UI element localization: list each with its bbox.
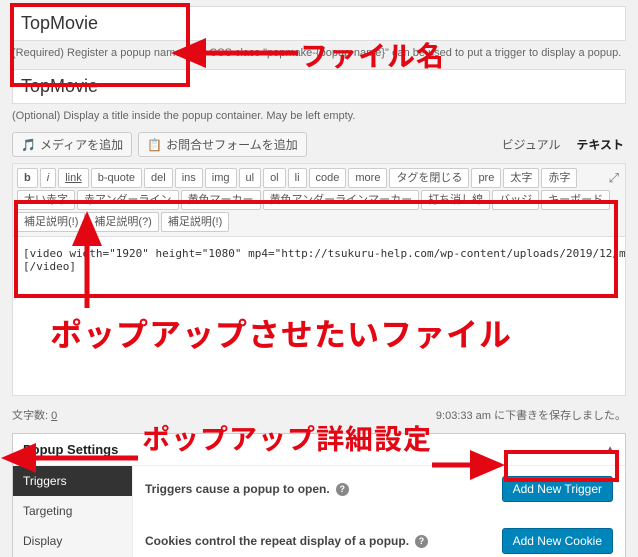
qtag-yellowunderlinemarker[interactable]: 黄色アンダーラインマーカー <box>263 190 420 210</box>
tab-text[interactable]: テキスト <box>574 132 626 157</box>
qtag-img[interactable]: img <box>205 168 237 188</box>
popup-settings-tabs: Triggers Targeting Display <box>13 466 133 557</box>
qtag-li[interactable]: li <box>288 168 307 188</box>
expand-editor-icon[interactable]: ⤢ <box>609 170 619 186</box>
content-wrap: (Required) Register a popup name. The CS… <box>12 0 626 557</box>
triggers-desc: Triggers cause a popup to open. ? <box>145 482 349 496</box>
qtag-info[interactable]: 補足説明(!) <box>17 212 85 232</box>
qtag-keyboard[interactable]: キーボード <box>541 190 610 210</box>
qtag-red[interactable]: 赤字 <box>541 168 577 188</box>
tab-display[interactable]: Display <box>13 526 132 556</box>
qtag-bquote[interactable]: b-quote <box>91 168 142 188</box>
qtag-close[interactable]: タグを閉じる <box>389 168 469 188</box>
media-icon: 🎵 <box>21 138 36 152</box>
qtag-bold[interactable]: 太字 <box>503 168 539 188</box>
qtag-link[interactable]: link <box>58 168 89 188</box>
popup-settings-header[interactable]: Popup Settings ▲ <box>13 434 625 466</box>
qtag-ul[interactable]: ul <box>239 168 262 188</box>
qtag-more[interactable]: more <box>348 168 387 188</box>
popup-settings-body: Triggers Targeting Display Triggers caus… <box>13 466 625 557</box>
quicktags-toolbar: b i link b-quote del ins img ul ol li co… <box>12 163 626 236</box>
collapse-toggle-icon[interactable]: ▲ <box>605 444 615 455</box>
form-icon: 📋 <box>147 138 162 152</box>
triggers-row: Triggers cause a popup to open. ? Add Ne… <box>145 476 613 502</box>
cookies-desc: Cookies control the repeat display of a … <box>145 534 428 548</box>
add-contact-form-button[interactable]: 📋 お問合せフォームを追加 <box>138 132 307 157</box>
popup-title-input[interactable] <box>12 69 626 104</box>
qtag-i[interactable]: i <box>40 168 56 188</box>
cookies-row: Cookies control the repeat display of a … <box>145 528 613 554</box>
qtag-boldred[interactable]: 太い赤字 <box>17 190 75 210</box>
add-new-cookie-button[interactable]: Add New Cookie <box>502 528 613 554</box>
qtag-b[interactable]: b <box>17 168 38 188</box>
editor-mode-tabs: ビジュアル テキスト <box>500 132 626 157</box>
tab-targeting[interactable]: Targeting <box>13 496 132 526</box>
content-editor[interactable] <box>12 236 626 396</box>
qtag-redunderline[interactable]: 赤アンダーライン <box>77 190 179 210</box>
qtag-del[interactable]: del <box>144 168 173 188</box>
popup-settings-box: Popup Settings ▲ Triggers Targeting Disp… <box>12 433 626 557</box>
popup-settings-title: Popup Settings <box>23 442 118 457</box>
canvas: (Required) Register a popup name. The CS… <box>0 0 638 557</box>
qtag-pre[interactable]: pre <box>471 168 501 188</box>
popup-name-input[interactable] <box>12 6 626 41</box>
qtag-code[interactable]: code <box>309 168 347 188</box>
popup-name-helper: (Required) Register a popup name. The CS… <box>12 47 626 59</box>
qtag-ol[interactable]: ol <box>263 168 286 188</box>
popup-title-helper: (Optional) Display a title inside the po… <box>12 110 626 122</box>
qtag-yellowmarker[interactable]: 黄色マーカー <box>181 190 261 210</box>
wordcount: 文字数: 0 <box>12 407 57 423</box>
media-buttons: 🎵 メディアを追加 📋 お問合せフォームを追加 <box>12 132 307 157</box>
qtag-info2[interactable]: 補足説明(!) <box>161 212 229 232</box>
editor-toolbar-row: 🎵 メディアを追加 📋 お問合せフォームを追加 ビジュアル テキスト <box>12 132 626 157</box>
help-icon[interactable]: ? <box>336 483 349 496</box>
qtag-ins[interactable]: ins <box>175 168 203 188</box>
add-new-trigger-button[interactable]: Add New Trigger <box>502 476 613 502</box>
editor-status-row: 文字数: 0 9:03:33 am に下書きを保存しました。 <box>12 407 626 423</box>
autosave-status: 9:03:33 am に下書きを保存しました。 <box>436 407 626 423</box>
qtag-question[interactable]: 補足説明(?) <box>87 212 158 232</box>
popup-settings-content: Triggers cause a popup to open. ? Add Ne… <box>133 466 625 557</box>
tab-triggers[interactable]: Triggers <box>13 466 132 496</box>
add-form-label: お問合せフォームを追加 <box>166 136 298 153</box>
qtag-strikethrough[interactable]: 打ち消し線 <box>421 190 490 210</box>
qtag-badge[interactable]: バッジ <box>492 190 539 210</box>
help-icon[interactable]: ? <box>415 535 428 548</box>
add-media-label: メディアを追加 <box>40 136 123 153</box>
add-media-button[interactable]: 🎵 メディアを追加 <box>12 132 132 157</box>
tab-visual[interactable]: ビジュアル <box>500 132 563 157</box>
